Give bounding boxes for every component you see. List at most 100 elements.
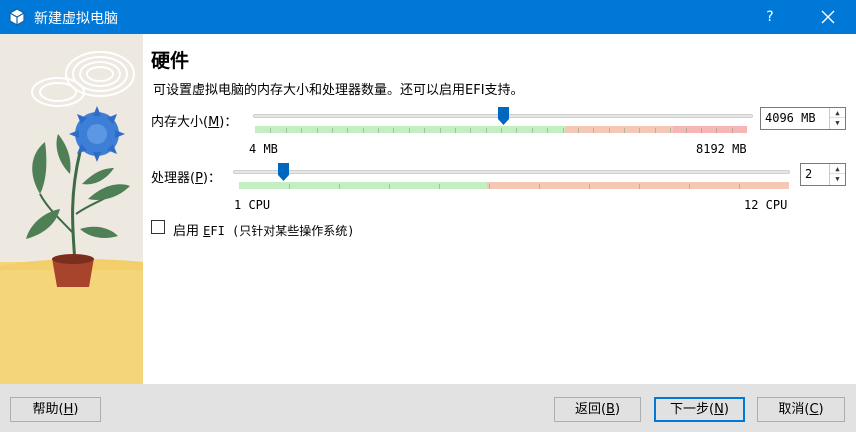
next-button-prefix: 下一步( — [670, 402, 715, 417]
memory-label-mnemonic: M — [208, 115, 220, 130]
scale-tick — [593, 128, 595, 133]
back-button-mnemonic: B — [606, 402, 615, 417]
scale-tick — [577, 128, 579, 133]
close-button[interactable] — [806, 0, 850, 34]
scale-tick — [700, 128, 702, 133]
memory-value: 4096 MB — [765, 111, 816, 125]
processor-spinbox[interactable]: 2 ▲ ▼ — [800, 163, 846, 186]
page-title: 硬件 — [151, 50, 190, 72]
scale-tick — [670, 128, 672, 133]
cancel-button-mnemonic: C — [809, 402, 819, 417]
memory-label: 内存大小(M)： — [151, 111, 237, 130]
memory-max-label: 8192 MB — [696, 142, 747, 156]
scale-tick — [439, 184, 440, 189]
scale-tick — [485, 128, 487, 133]
scale-tick — [685, 128, 687, 133]
scale-tick — [331, 128, 333, 133]
processor-slider[interactable] — [233, 162, 790, 192]
scale-tick — [547, 128, 549, 133]
efi-label[interactable]: 启用 EFI (只针对某些操作系统) — [173, 220, 355, 239]
scale-tick — [516, 128, 518, 133]
scale-tick — [393, 128, 395, 133]
wizard-artwork — [0, 34, 143, 384]
help-button-mnemonic: H — [63, 402, 74, 417]
cancel-button[interactable]: 取消(C) — [757, 397, 845, 422]
processor-min-label: 1 CPU — [234, 198, 271, 212]
scale-tick — [639, 184, 640, 189]
scale-tick — [289, 184, 290, 189]
memory-ticks — [255, 126, 747, 133]
page-description: 可设置虚拟电脑的内存大小和处理器数量。还可以启用EFI支持。 — [153, 83, 524, 98]
memory-increment-icon[interactable]: ▲ — [830, 108, 845, 118]
efi-label-prefix: 启用 — [173, 224, 204, 239]
processor-spin-arrows: ▲ ▼ — [829, 164, 845, 185]
title-help-button[interactable]: ? — [752, 0, 788, 34]
scale-tick — [339, 184, 340, 189]
scale-tick — [608, 128, 610, 133]
help-button-suffix: ) — [73, 402, 79, 417]
scale-tick — [378, 128, 379, 133]
scale-tick — [439, 128, 441, 133]
back-button-prefix: 返回( — [574, 402, 607, 417]
processor-increment-icon[interactable]: ▲ — [830, 164, 845, 174]
close-icon — [821, 10, 835, 24]
flower-pot-illustration — [0, 34, 143, 384]
scale-tick — [731, 128, 733, 133]
memory-slider[interactable] — [253, 106, 753, 136]
cancel-button-suffix: ) — [818, 402, 824, 417]
processor-label: 处理器(P)： — [151, 167, 221, 186]
memory-slider-thumb[interactable] — [497, 107, 509, 125]
scale-tick — [654, 128, 656, 133]
scale-tick — [424, 128, 426, 133]
cancel-button-prefix: 取消( — [778, 402, 810, 417]
efi-checkbox[interactable] — [151, 220, 165, 234]
scale-tick — [501, 128, 502, 133]
scale-tick — [316, 128, 318, 133]
window-title: 新建虚拟电脑 — [34, 11, 118, 27]
help-button[interactable]: 帮助(H) — [10, 397, 101, 422]
scale-tick — [489, 184, 490, 189]
scale-tick — [470, 128, 472, 133]
button-bar: 帮助(H) 返回(B) 下一步(N) 取消(C) — [0, 384, 856, 432]
memory-label-suffix: )： — [219, 115, 238, 130]
scale-tick — [689, 184, 690, 189]
scale-tick — [624, 128, 625, 133]
next-button-suffix: ) — [723, 402, 729, 417]
scale-tick — [562, 128, 564, 133]
memory-spin-arrows: ▲ ▼ — [829, 108, 845, 129]
memory-spinbox[interactable]: 4096 MB ▲ ▼ — [760, 107, 846, 130]
processor-label-prefix: 处理器( — [151, 171, 196, 186]
back-button-suffix: ) — [614, 402, 621, 417]
scale-tick — [639, 128, 641, 133]
processor-decrement-icon[interactable]: ▼ — [830, 174, 845, 184]
scale-tick — [408, 128, 410, 133]
memory-label-prefix: 内存大小( — [151, 115, 209, 130]
processor-slider-track — [233, 170, 790, 174]
virtualbox-cube-icon — [9, 8, 25, 26]
title-bar: 新建虚拟电脑 ? — [0, 0, 856, 34]
scale-tick — [347, 128, 349, 133]
memory-decrement-icon[interactable]: ▼ — [830, 118, 845, 128]
processor-label-suffix: )： — [202, 171, 221, 186]
processor-value: 2 — [805, 167, 813, 181]
scale-tick — [531, 128, 533, 133]
scale-tick — [362, 128, 364, 133]
processor-ticks — [239, 182, 789, 189]
back-button[interactable]: 返回(B) — [554, 397, 641, 422]
scale-tick — [589, 184, 590, 189]
scale-tick — [270, 128, 272, 133]
scale-tick — [389, 184, 390, 189]
scale-tick — [716, 128, 718, 133]
hardware-page: 硬件 可设置虚拟电脑的内存大小和处理器数量。还可以启用EFI支持。 内存大小(M… — [143, 34, 856, 384]
scale-tick — [539, 184, 540, 189]
scale-tick — [285, 128, 287, 133]
help-button-prefix: 帮助( — [32, 402, 64, 417]
scale-tick — [739, 184, 740, 189]
processor-max-label: 12 CPU — [744, 198, 788, 212]
processor-label-mnemonic: P — [195, 171, 203, 186]
efi-label-suffix: FI (只针对某些操作系统) — [210, 224, 355, 238]
memory-min-label: 4 MB — [249, 142, 278, 156]
next-button[interactable]: 下一步(N) — [654, 397, 745, 422]
processor-slider-thumb[interactable] — [277, 163, 289, 181]
scale-tick — [454, 128, 456, 133]
